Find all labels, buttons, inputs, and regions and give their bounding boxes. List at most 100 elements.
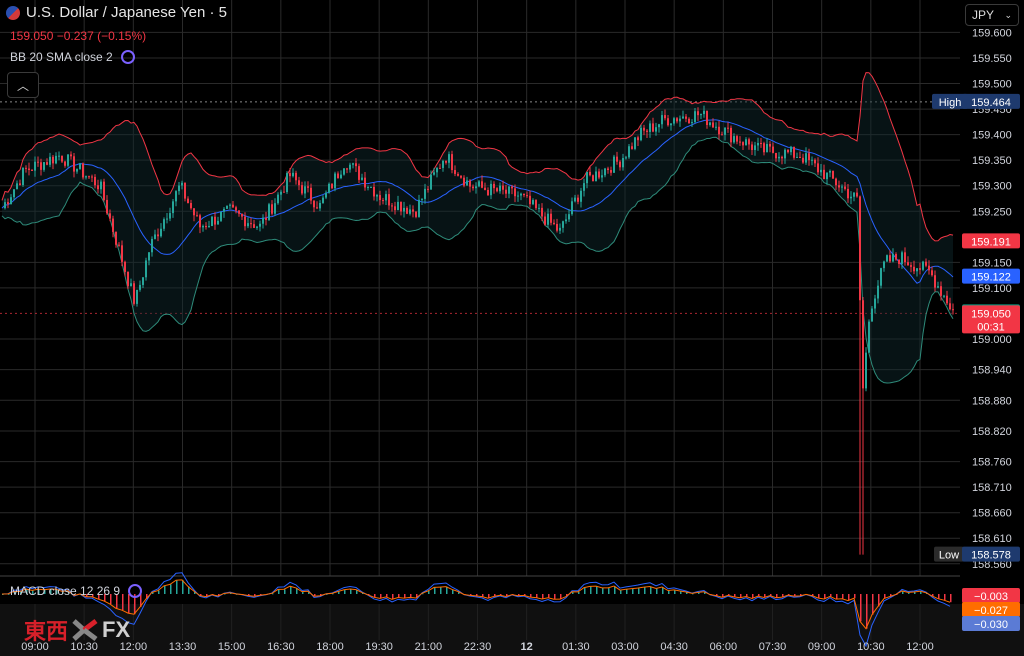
currency-select[interactable]: JPY ⌄ (965, 4, 1019, 26)
candle-body (412, 209, 414, 212)
candle-body (535, 200, 537, 209)
time-tick-label: 06:00 (710, 641, 738, 653)
candle-body (271, 204, 273, 214)
candle-body (604, 168, 606, 176)
candle-body (370, 186, 372, 188)
price-tick-label: 159.500 (972, 79, 1012, 91)
candle-body (496, 188, 498, 192)
candle-body (361, 177, 363, 180)
candle-body (436, 167, 438, 173)
candle-body (223, 208, 225, 212)
candle-body (667, 118, 669, 126)
macd-line-tag: −0.030 (974, 619, 1008, 631)
candle-body (307, 186, 309, 188)
bb-indicator-legend[interactable]: BB 20 SMA close 2 (10, 50, 135, 64)
candle-body (745, 139, 747, 146)
candle-body (394, 206, 396, 211)
low-value-tag: 158.578 (971, 550, 1011, 562)
candle-body (340, 174, 342, 179)
macd-histogram-bar (410, 594, 412, 598)
candle-body (202, 225, 204, 228)
candle-body (670, 123, 672, 126)
candle-body (466, 180, 468, 186)
candle-body (577, 197, 579, 202)
candle-body (601, 175, 603, 178)
candle-body (838, 185, 840, 188)
candle-body (28, 168, 30, 170)
candle-body (148, 252, 150, 261)
candle-body (691, 122, 693, 124)
candle-body (580, 190, 582, 202)
candle-body (358, 166, 360, 180)
candle-body (397, 201, 399, 211)
candle-body (490, 183, 492, 196)
candle-body (283, 191, 285, 193)
candle-body (835, 178, 837, 186)
symbol-header[interactable]: U.S. Dollar / Japanese Yen · 5 (6, 4, 227, 21)
candle-body (538, 207, 540, 209)
time-tick-label: 12 (521, 641, 533, 653)
candle-body (127, 271, 129, 287)
candle-body (10, 197, 12, 205)
candle-body (706, 110, 708, 126)
price-tick-label: 158.760 (972, 457, 1012, 469)
candle-body (367, 187, 369, 189)
candle-body (430, 174, 432, 190)
time-tick-label: 16:30 (267, 641, 295, 653)
candle-body (613, 156, 615, 173)
candle-body (196, 215, 198, 217)
candle-body (832, 170, 834, 179)
high-label: High (939, 97, 962, 109)
price-chart[interactable]: 159.600159.550159.500159.450159.400159.3… (0, 0, 1024, 656)
macd-histogram-bar (374, 594, 376, 598)
candle-body (82, 163, 84, 178)
macd-histogram-bar (938, 594, 940, 599)
time-tick-label: 22:30 (464, 641, 492, 653)
macd-signal-tag: −0.027 (974, 605, 1008, 617)
candle-body (514, 188, 516, 197)
candle-body (175, 191, 177, 202)
candle-body (853, 192, 855, 197)
candle-body (97, 185, 99, 190)
price-tick-label: 158.710 (972, 482, 1012, 494)
macd-histogram-bar (554, 594, 556, 600)
candle-body (850, 196, 852, 199)
candle-body (493, 183, 495, 189)
candle-body (622, 158, 624, 168)
candle-body (775, 152, 777, 159)
currency-label: JPY (972, 8, 995, 22)
candle-body (88, 176, 90, 178)
macd-histogram-bar (290, 586, 292, 594)
candle-body (565, 219, 567, 222)
candle-body (844, 186, 846, 189)
collapse-legend-button[interactable]: ︿ (7, 72, 39, 98)
candle-body (277, 194, 279, 204)
candle-body (355, 163, 357, 167)
macd-histogram-bar (944, 594, 946, 601)
candle-body (415, 211, 417, 217)
candle-body (742, 142, 744, 146)
candle-body (190, 203, 192, 209)
candle-body (871, 308, 873, 322)
candle-body (754, 145, 756, 150)
candle-body (454, 170, 456, 174)
candle-body (895, 254, 897, 260)
candle-body (718, 126, 720, 135)
candle-body (208, 226, 210, 228)
countdown-tag: 00:31 (977, 321, 1005, 333)
candle-body (712, 122, 714, 128)
candle-body (301, 185, 303, 194)
macd-histogram-bar (866, 594, 868, 629)
macd-histogram-bar (164, 585, 166, 594)
candle-body (520, 193, 522, 196)
candle-body (799, 156, 801, 158)
candle-body (886, 255, 888, 262)
price-tick-label: 159.350 (972, 155, 1012, 167)
candle-body (715, 126, 717, 128)
candle-body (427, 188, 429, 190)
candle-body (445, 160, 447, 163)
macd-indicator-legend[interactable]: MACD close 12 26 9 (10, 584, 143, 598)
candle-body (721, 134, 723, 136)
candle-body (694, 111, 696, 123)
candle-body (388, 194, 390, 206)
